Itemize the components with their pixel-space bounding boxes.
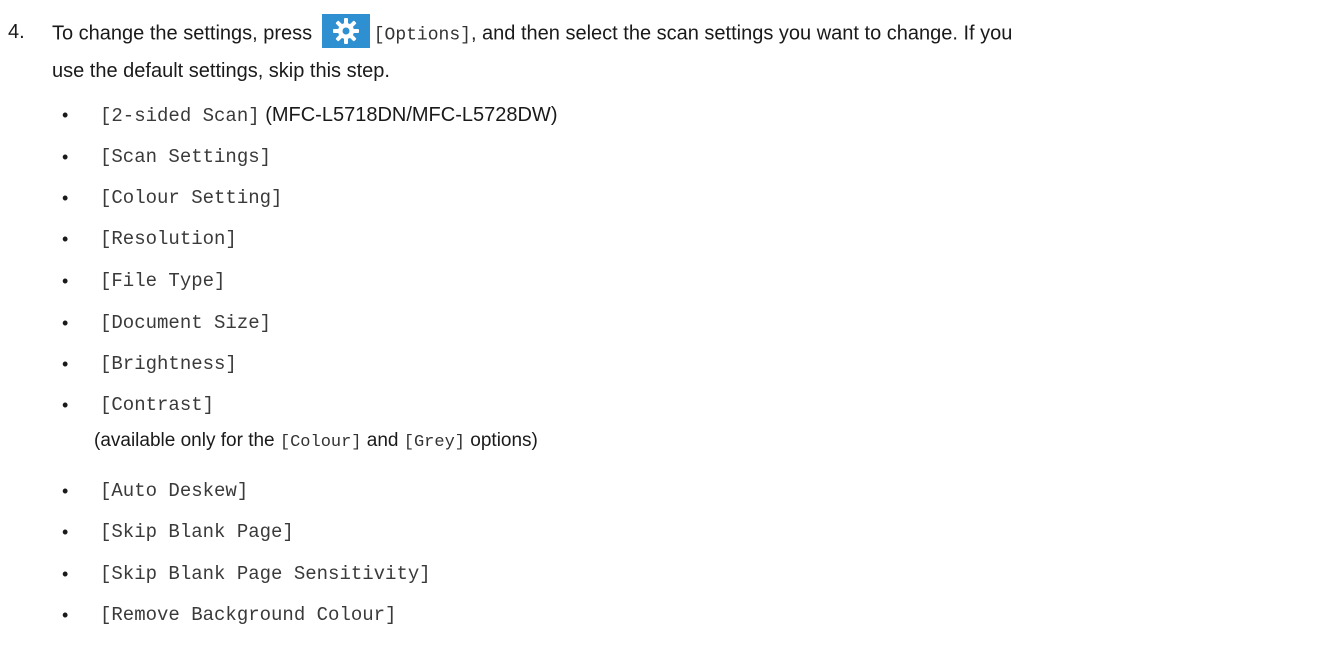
bullet: •	[62, 147, 69, 167]
setting-label: [2-sided Scan]	[100, 105, 260, 127]
step-text-before-icon: To change the settings, press	[52, 22, 318, 45]
setting-document-size: [Document Size]	[100, 312, 272, 334]
model-note: (MFC-L5718DN/MFC-L5728DW)	[259, 104, 558, 126]
bullet: •	[62, 395, 69, 415]
step-text-after-icon: , and then select the scan settings you …	[470, 22, 1013, 45]
bullet: •	[62, 271, 69, 291]
note-grey-option: [Grey]	[403, 433, 465, 452]
bullet: •	[62, 105, 69, 125]
step-line-2: use the default settings, skip this step…	[52, 60, 390, 82]
options-label: [Options]	[373, 25, 471, 46]
step-number: 4.	[8, 21, 25, 43]
gear-icon	[321, 14, 370, 48]
bullet: •	[62, 564, 69, 584]
setting-colour-setting: [Colour Setting]	[100, 187, 283, 209]
note-colour-option: [Colour]	[279, 433, 362, 452]
setting-skip-blank-page: [Skip Blank Page]	[100, 521, 294, 543]
note-middle: and	[361, 430, 404, 451]
setting-resolution: [Resolution]	[100, 228, 237, 250]
setting-file-type: [File Type]	[100, 270, 226, 292]
step-line-1: To change the settings, press [Options],…	[52, 14, 1320, 48]
setting-auto-deskew: [Auto Deskew]	[100, 480, 249, 502]
bullet: •	[62, 354, 69, 374]
bullet: •	[62, 481, 69, 501]
setting-scan-settings: [Scan Settings]	[100, 146, 272, 168]
setting-2-sided-scan: [2-sided Scan] (MFC-L5718DN/MFC-L5728DW)	[100, 102, 557, 129]
setting-remove-background-colour: [Remove Background Colour]	[100, 604, 397, 626]
bullet: •	[62, 522, 69, 542]
bullet: •	[62, 188, 69, 208]
setting-contrast: [Contrast]	[100, 394, 215, 416]
bullet: •	[62, 229, 69, 249]
bullet: •	[62, 605, 69, 625]
setting-skip-blank-page-sensitivity: [Skip Blank Page Sensitivity]	[100, 563, 431, 585]
setting-brightness: [Brightness]	[100, 353, 237, 375]
contrast-availability-note: (available only for the [Colour] and [Gr…	[94, 428, 538, 456]
step-instruction: To change the settings, press [Options],…	[52, 14, 1320, 82]
bullet: •	[62, 313, 69, 333]
note-prefix: (available only for the	[94, 430, 280, 451]
note-suffix: options)	[465, 430, 538, 451]
